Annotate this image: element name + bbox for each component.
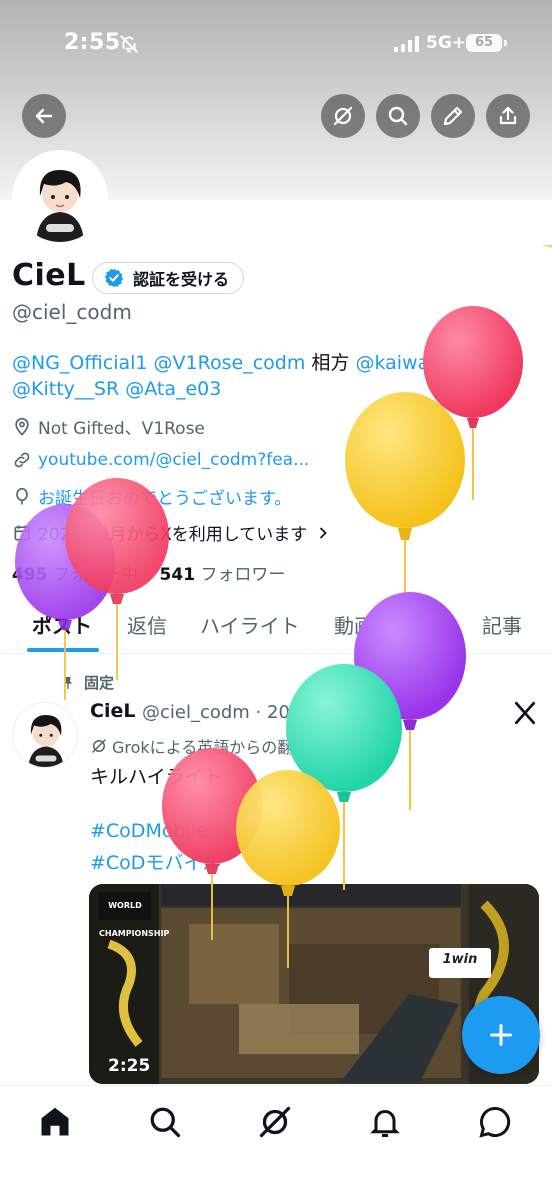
bio-text: 相方 — [311, 352, 350, 374]
plus-icon — [490, 1024, 512, 1046]
following-link[interactable]: 495 フォロー中 — [12, 565, 138, 585]
home-icon[interactable] — [37, 1104, 73, 1140]
location-row: Not Gifted、V1Rose — [12, 414, 205, 439]
profile-handle: @ciel_codm — [12, 300, 132, 324]
bell-off-icon — [120, 35, 138, 53]
search-icon — [388, 106, 408, 126]
edit-profile-button[interactable] — [431, 94, 475, 138]
post-author-name[interactable]: CieL — [90, 700, 135, 722]
location-text: Not Gifted、V1Rose — [38, 419, 205, 439]
pin-icon — [64, 676, 72, 689]
joined-text: 2021年9月からXを利用しています — [38, 525, 308, 545]
video-logo: WORLD CHAMPIONSHIP — [99, 892, 169, 938]
profile-tabs: ポスト 返信 ハイライト 動画 画像 記事 — [0, 598, 552, 654]
pinned-text: 固定 — [84, 674, 115, 692]
grok-icon — [92, 739, 106, 753]
share-button[interactable] — [486, 94, 530, 138]
profile-avatar[interactable] — [12, 150, 108, 246]
active-tab-indicator — [27, 648, 99, 652]
grok-icon[interactable] — [257, 1104, 293, 1140]
mention-link[interactable]: @V1Rose_codm — [154, 352, 306, 374]
bio-line-2: @Kitty__SR @Ata_e03 — [12, 378, 221, 400]
post-avatar[interactable] — [12, 702, 78, 768]
message-icon[interactable] — [477, 1104, 513, 1140]
status-time: 2:55 — [64, 30, 121, 55]
hashtag-link[interactable]: #CoDMobile — [90, 820, 208, 842]
followers-count: 541 — [159, 565, 196, 585]
bio-line-1: @NG_Official1 @V1Rose_codm 相方 @kaiware_0… — [12, 348, 516, 375]
bell-icon[interactable] — [367, 1104, 403, 1140]
joined-row[interactable]: 2021年9月からXを利用しています — [12, 520, 333, 545]
mention-link[interactable]: @Ata_e03 — [125, 378, 221, 400]
translation-text: Grokによる英語からの翻訳 — [112, 738, 310, 757]
followers-label: フォロワー — [200, 565, 286, 585]
display-name: CieL — [12, 258, 86, 293]
tab-videos[interactable]: 動画 — [334, 610, 374, 639]
tab-images[interactable]: 画像 — [408, 610, 448, 639]
birthday-row: お誕生日おめでとうございます。 — [12, 484, 291, 509]
pinned-label: 固定 — [60, 672, 114, 693]
post-handle-date: @ciel_codm · 2025/09/13 — [142, 702, 371, 723]
website-row: youtube.com/@ciel_codm?fea... — [12, 450, 309, 470]
birthday-text[interactable]: お誕生日おめでとうございます。 — [38, 484, 291, 509]
chevron-right-icon — [320, 526, 327, 539]
mention-link[interactable]: @NG_Official1 — [12, 352, 148, 374]
location-pin-icon — [15, 417, 29, 436]
x-logo-icon[interactable] — [512, 700, 538, 726]
hashtag-link[interactable]: #CoDモバイル — [90, 848, 221, 875]
post-text: キルハイライト — [90, 766, 223, 788]
edit-icon — [443, 106, 463, 126]
grok-button[interactable] — [321, 94, 365, 138]
battery-indicator: 65 — [466, 34, 507, 52]
followers-link[interactable]: 541 フォロワー — [160, 565, 286, 585]
search-icon[interactable] — [147, 1104, 183, 1140]
video-duration: 2:25 — [108, 1056, 151, 1076]
signal-icon — [394, 36, 419, 52]
mention-link[interactable]: @kaiware_0507_ — [355, 352, 515, 374]
grok-icon — [333, 106, 353, 126]
share-icon — [499, 106, 517, 125]
arrow-left-icon — [35, 108, 53, 124]
back-button[interactable] — [22, 94, 66, 138]
balloon-icon — [16, 487, 28, 504]
link-icon — [14, 452, 30, 468]
compose-post-button[interactable] — [462, 996, 540, 1074]
mention-link[interactable]: @Kitty__SR — [12, 378, 119, 400]
show-original-link[interactable]: 原文を表示 — [319, 734, 399, 758]
following-count: 495 — [12, 565, 48, 585]
get-verified-label: 認証を受ける — [133, 270, 230, 289]
website-link[interactable]: youtube.com/@ciel_codm?fea... — [38, 450, 309, 470]
follow-stats: 495 フォロー中 541 フォロワー — [12, 560, 285, 585]
bottom-navigation — [0, 1085, 552, 1200]
video-badge: 1win — [442, 952, 478, 967]
network-label: 5G+ — [426, 33, 467, 53]
translation-note: Grokによる英語からの翻訳 原文を表示 — [90, 734, 399, 758]
following-label: フォロー中 — [52, 565, 138, 585]
verified-badge-icon — [104, 268, 124, 288]
balloon-teal — [286, 664, 402, 890]
get-verified-button[interactable]: 認証を受ける — [92, 262, 245, 294]
tab-articles[interactable]: 記事 — [482, 610, 522, 639]
balloon-yellow-edge — [540, 245, 552, 330]
calendar-icon — [14, 525, 30, 540]
balloon-red — [423, 306, 523, 500]
search-button[interactable] — [376, 94, 420, 138]
tab-highlights[interactable]: ハイライト — [200, 610, 300, 639]
tab-posts[interactable]: ポスト — [32, 610, 92, 639]
balloon-yellow — [345, 392, 465, 620]
tab-replies[interactable]: 返信 — [127, 610, 167, 639]
